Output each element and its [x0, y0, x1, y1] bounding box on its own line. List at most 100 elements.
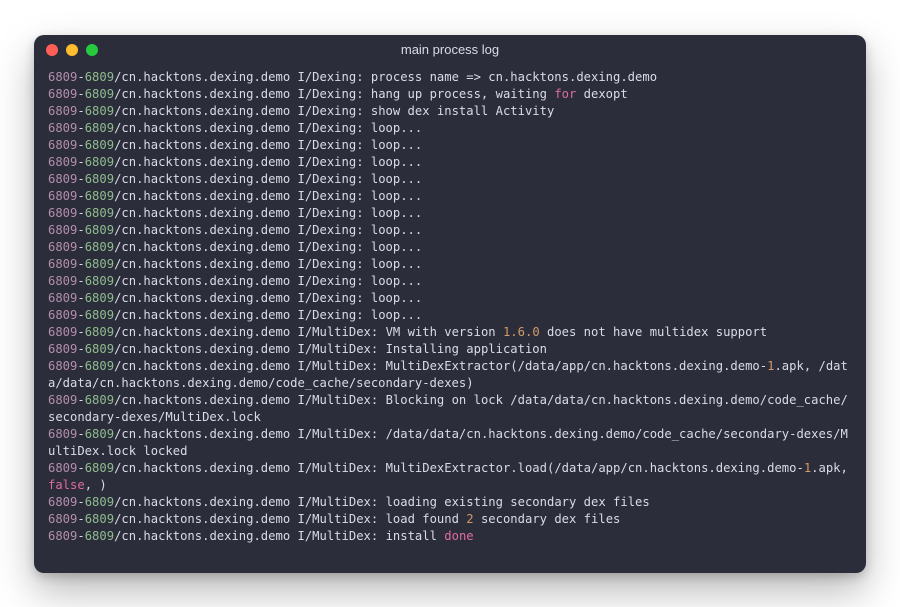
pid-primary: 6809 — [48, 308, 77, 322]
pid-primary: 6809 — [48, 189, 77, 203]
log-text: process name => cn.hacktons.dexing.demo — [371, 70, 657, 84]
pid-separator: - — [77, 121, 84, 135]
keyword-token: false — [48, 478, 85, 492]
log-text: MultiDexExtractor.load(/data/app/cn.hack… — [386, 461, 804, 475]
pid-secondary: 6809 — [85, 529, 114, 543]
pid-separator: - — [77, 427, 84, 441]
pid-separator: - — [77, 461, 84, 475]
number-token: 1.6.0 — [503, 325, 540, 339]
pid-primary: 6809 — [48, 342, 77, 356]
pid-secondary: 6809 — [85, 274, 114, 288]
pid-secondary: 6809 — [85, 495, 114, 509]
pid-separator: - — [77, 189, 84, 203]
log-line: 6809-6809/cn.hacktons.dexing.demo I/Mult… — [48, 324, 852, 341]
window-title: main process log — [34, 42, 866, 57]
pid-primary: 6809 — [48, 206, 77, 220]
pid-primary: 6809 — [48, 359, 77, 373]
pid-separator: - — [77, 70, 84, 84]
log-text: loop... — [371, 189, 422, 203]
log-prefix: /cn.hacktons.dexing.demo I/MultiDex: — [114, 325, 386, 339]
zoom-icon[interactable] — [86, 44, 98, 56]
log-text: loop... — [371, 138, 422, 152]
log-line: 6809-6809/cn.hacktons.dexing.demo I/Dexi… — [48, 239, 852, 256]
pid-separator: - — [77, 274, 84, 288]
log-line: 6809-6809/cn.hacktons.dexing.demo I/Mult… — [48, 358, 852, 392]
log-text: VM with version — [386, 325, 503, 339]
log-prefix: /cn.hacktons.dexing.demo I/MultiDex: — [114, 529, 386, 543]
pid-secondary: 6809 — [85, 206, 114, 220]
pid-secondary: 6809 — [85, 104, 114, 118]
log-prefix: /cn.hacktons.dexing.demo I/Dexing: — [114, 155, 371, 169]
pid-secondary: 6809 — [85, 461, 114, 475]
pid-secondary: 6809 — [85, 70, 114, 84]
pid-separator: - — [77, 512, 84, 526]
log-line: 6809-6809/cn.hacktons.dexing.demo I/Dexi… — [48, 290, 852, 307]
pid-separator: - — [77, 495, 84, 509]
pid-secondary: 6809 — [85, 325, 114, 339]
log-line: 6809-6809/cn.hacktons.dexing.demo I/Mult… — [48, 511, 852, 528]
pid-separator: - — [77, 87, 84, 101]
pid-primary: 6809 — [48, 155, 77, 169]
pid-separator: - — [77, 359, 84, 373]
keyword-token: for — [554, 87, 576, 101]
pid-primary: 6809 — [48, 461, 77, 475]
pid-primary: 6809 — [48, 257, 77, 271]
log-prefix: /cn.hacktons.dexing.demo I/Dexing: — [114, 87, 371, 101]
close-icon[interactable] — [46, 44, 58, 56]
log-text: loop... — [371, 172, 422, 186]
log-text: dexopt — [576, 87, 627, 101]
pid-separator: - — [77, 138, 84, 152]
log-line: 6809-6809/cn.hacktons.dexing.demo I/Mult… — [48, 494, 852, 511]
pid-separator: - — [77, 155, 84, 169]
terminal-window: main process log 6809-6809/cn.hacktons.d… — [34, 35, 866, 573]
pid-separator: - — [77, 342, 84, 356]
log-text: secondary dex files — [474, 512, 621, 526]
pid-separator: - — [77, 240, 84, 254]
pid-primary: 6809 — [48, 291, 77, 305]
log-prefix: /cn.hacktons.dexing.demo I/Dexing: — [114, 172, 371, 186]
log-line: 6809-6809/cn.hacktons.dexing.demo I/Dexi… — [48, 120, 852, 137]
log-text: does not have multidex support — [540, 325, 767, 339]
pid-primary: 6809 — [48, 512, 77, 526]
log-prefix: /cn.hacktons.dexing.demo I/Dexing: — [114, 70, 371, 84]
log-line: 6809-6809/cn.hacktons.dexing.demo I/Dexi… — [48, 103, 852, 120]
minimize-icon[interactable] — [66, 44, 78, 56]
pid-secondary: 6809 — [85, 87, 114, 101]
pid-separator: - — [77, 223, 84, 237]
pid-primary: 6809 — [48, 393, 77, 407]
log-line: 6809-6809/cn.hacktons.dexing.demo I/Mult… — [48, 426, 852, 460]
pid-primary: 6809 — [48, 529, 77, 543]
log-prefix: /cn.hacktons.dexing.demo I/Dexing: — [114, 104, 371, 118]
pid-secondary: 6809 — [85, 189, 114, 203]
log-prefix: /cn.hacktons.dexing.demo I/Dexing: — [114, 240, 371, 254]
pid-primary: 6809 — [48, 121, 77, 135]
pid-secondary: 6809 — [85, 155, 114, 169]
pid-secondary: 6809 — [85, 512, 114, 526]
pid-separator: - — [77, 325, 84, 339]
number-token: 2 — [466, 512, 473, 526]
terminal-body[interactable]: 6809-6809/cn.hacktons.dexing.demo I/Dexi… — [34, 65, 866, 573]
pid-secondary: 6809 — [85, 291, 114, 305]
log-line: 6809-6809/cn.hacktons.dexing.demo I/Dexi… — [48, 222, 852, 239]
log-text: loop... — [371, 121, 422, 135]
pid-primary: 6809 — [48, 104, 77, 118]
pid-primary: 6809 — [48, 274, 77, 288]
pid-secondary: 6809 — [85, 359, 114, 373]
log-text: .apk, — [811, 461, 855, 475]
pid-primary: 6809 — [48, 223, 77, 237]
pid-separator: - — [77, 206, 84, 220]
pid-secondary: 6809 — [85, 308, 114, 322]
log-text: loading existing secondary dex files — [386, 495, 650, 509]
log-prefix: /cn.hacktons.dexing.demo I/MultiDex: — [114, 393, 386, 407]
log-line: 6809-6809/cn.hacktons.dexing.demo I/Dexi… — [48, 137, 852, 154]
log-prefix: /cn.hacktons.dexing.demo I/MultiDex: — [114, 359, 386, 373]
log-text: install — [386, 529, 445, 543]
log-prefix: /cn.hacktons.dexing.demo I/MultiDex: — [114, 427, 386, 441]
pid-separator: - — [77, 104, 84, 118]
stage: main process log 6809-6809/cn.hacktons.d… — [0, 0, 900, 607]
pid-separator: - — [77, 172, 84, 186]
pid-separator: - — [77, 291, 84, 305]
log-prefix: /cn.hacktons.dexing.demo I/Dexing: — [114, 291, 371, 305]
log-text: loop... — [371, 240, 422, 254]
titlebar: main process log — [34, 35, 866, 65]
